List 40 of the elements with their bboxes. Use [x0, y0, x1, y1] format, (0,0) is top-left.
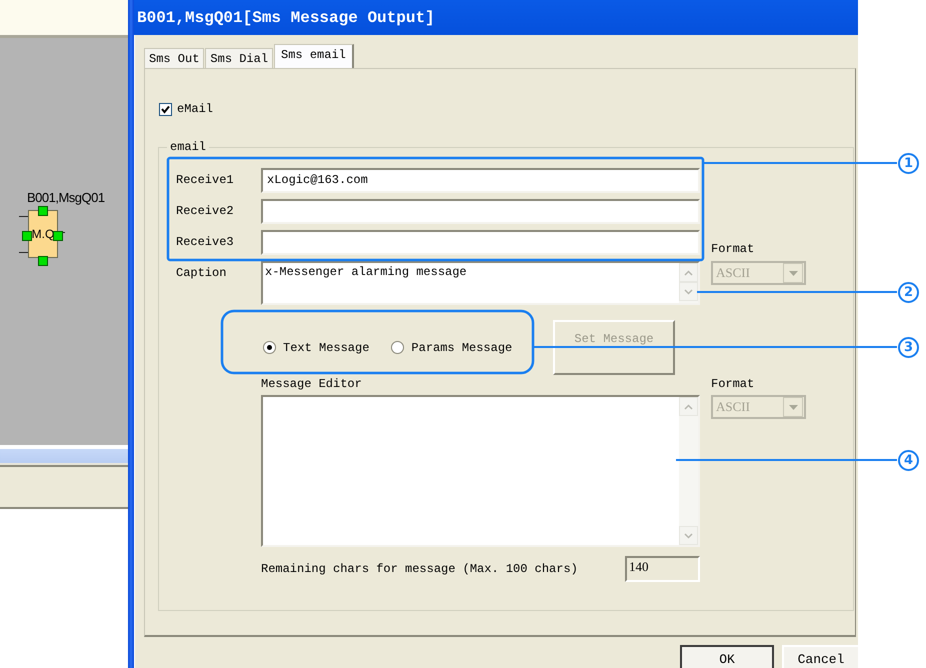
input-field[interactable]: xLogic@163.com [261, 168, 700, 193]
connector-icon[interactable] [53, 231, 63, 241]
window-title: B001,MsgQ01[Sms Message Output] [137, 8, 435, 26]
chevron-down-icon [684, 288, 693, 294]
chevron-down-icon [684, 532, 693, 538]
scroll-down-button[interactable] [679, 282, 698, 301]
field-label: Receive2 [176, 203, 235, 220]
checkbox-label: eMail [177, 102, 214, 116]
field-label: Caption [176, 265, 228, 282]
count-field: 140 [625, 556, 700, 582]
field-label: Receive3 [176, 234, 235, 251]
tab[interactable]: Sms Dial [205, 48, 274, 68]
dropdown-arrow-icon [788, 404, 798, 410]
input-field[interactable] [261, 199, 700, 224]
dropdown-arrow-icon [788, 270, 798, 276]
radio-label: Text Message [283, 340, 370, 354]
checkbox[interactable] [159, 102, 172, 116]
connector-icon[interactable] [38, 206, 48, 216]
field-label: Receive1 [176, 172, 235, 189]
connector-icon[interactable] [38, 256, 48, 266]
radio-button[interactable] [391, 341, 404, 354]
scroll-down-button[interactable] [679, 526, 698, 545]
input-field[interactable] [261, 230, 700, 255]
block-name: B001,MsgQ01 [27, 190, 105, 205]
chevron-up-icon [684, 270, 693, 276]
caption-field[interactable]: x-Messenger alarming message [261, 261, 700, 305]
tab[interactable]: Sms Out [144, 48, 204, 68]
remaining-label: Remaining chars for message (Max. 100 chars) [261, 562, 578, 576]
field-label: Message Editor [261, 377, 362, 391]
field-label: Format [711, 377, 756, 391]
scroll-up-button[interactable] [679, 397, 698, 416]
tab[interactable]: Sms email [274, 44, 354, 68]
radio-label: Params Message [411, 340, 512, 354]
scroll-up-button[interactable] [679, 263, 698, 282]
radio-button[interactable] [263, 341, 276, 354]
dialog-button[interactable]: Cancel [782, 645, 858, 668]
field-label: Format [711, 242, 754, 256]
dialog-button[interactable]: OK [680, 645, 774, 668]
chevron-up-icon [684, 404, 693, 410]
connector-icon[interactable] [22, 231, 32, 241]
